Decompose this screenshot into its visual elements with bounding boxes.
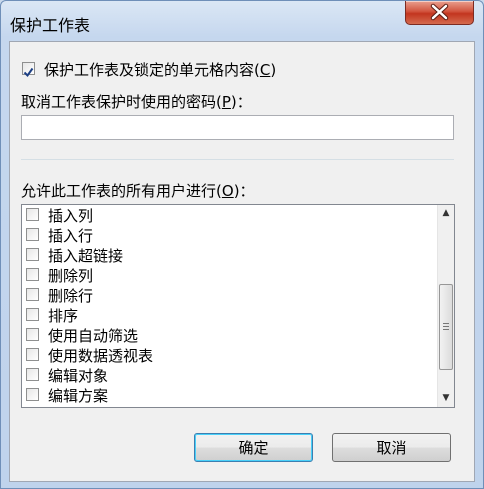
password-input[interactable]: [21, 115, 454, 140]
dialog-body: 保护工作表及锁定的单元格内容(C) 取消工作表保护时使用的密码(P)： 允许此工…: [9, 41, 475, 482]
allow-label: 允许此工作表的所有用户进行(O)：: [21, 182, 255, 200]
list-item[interactable]: 插入行: [22, 225, 422, 245]
list-item[interactable]: 删除列: [22, 265, 422, 285]
title-bar[interactable]: 保护工作表: [1, 1, 483, 41]
list-item[interactable]: 使用自动筛选: [22, 325, 422, 345]
protect-checkbox[interactable]: [22, 62, 35, 78]
list-item-label: 排序: [48, 307, 79, 325]
list-item[interactable]: 使用数据透视表: [22, 345, 422, 365]
list-item-label: 编辑对象: [48, 367, 109, 385]
ok-button[interactable]: 确定: [194, 433, 313, 462]
list-item-checkbox[interactable]: [26, 308, 39, 321]
list-item-checkbox[interactable]: [26, 228, 39, 241]
permissions-listbox[interactable]: 插入列 插入行 插入超链接 删除列 删除行 排序 使用自动筛选 使用数据透视表 …: [21, 204, 455, 408]
list-item-checkbox[interactable]: [26, 368, 39, 381]
list-item-checkbox[interactable]: [26, 348, 39, 361]
list-item[interactable]: 删除行: [22, 285, 422, 305]
list-item-label: 删除行: [48, 287, 94, 305]
list-item[interactable]: 插入超链接: [22, 245, 422, 265]
password-label: 取消工作表保护时使用的密码(P)：: [21, 93, 252, 111]
close-icon: [430, 3, 449, 21]
vertical-scrollbar[interactable]: ▲ ▼: [437, 205, 454, 407]
list-item-checkbox[interactable]: [26, 388, 39, 401]
list-item[interactable]: 编辑方案: [22, 385, 422, 405]
list-item[interactable]: 排序: [22, 305, 422, 325]
list-item-checkbox[interactable]: [26, 208, 39, 221]
protect-sheet-dialog: 保护工作表 保护工作表及锁定的单元格内容(C) 取消工作表保护时使用的密码(P)…: [0, 0, 484, 489]
list-item-label: 使用数据透视表: [48, 347, 154, 365]
cancel-button[interactable]: 取消: [332, 433, 451, 462]
close-button[interactable]: [405, 1, 474, 25]
list-item-label: 删除列: [48, 267, 94, 285]
checkmark-icon: [23, 67, 34, 78]
list-item-checkbox[interactable]: [26, 248, 39, 261]
list-item-label: 插入列: [48, 207, 94, 225]
list-item[interactable]: 插入列: [22, 205, 422, 225]
scroll-down-arrow-icon[interactable]: ▼: [438, 390, 454, 407]
protect-label: 保护工作表及锁定的单元格内容(C): [44, 61, 277, 79]
dialog-title: 保护工作表: [10, 16, 91, 35]
list-item-label: 插入超链接: [48, 247, 124, 265]
scroll-up-arrow-icon[interactable]: ▲: [438, 205, 454, 222]
divider: [21, 159, 454, 160]
list-item-label: 使用自动筛选: [48, 327, 139, 345]
list-item-checkbox[interactable]: [26, 288, 39, 301]
scrollbar-thumb[interactable]: [439, 284, 453, 370]
list-item-checkbox[interactable]: [26, 328, 39, 341]
list-item-label: 编辑方案: [48, 387, 109, 405]
list-item-label: 插入行: [48, 227, 94, 245]
list-item-checkbox[interactable]: [26, 268, 39, 281]
list-item[interactable]: 编辑对象: [22, 365, 422, 385]
